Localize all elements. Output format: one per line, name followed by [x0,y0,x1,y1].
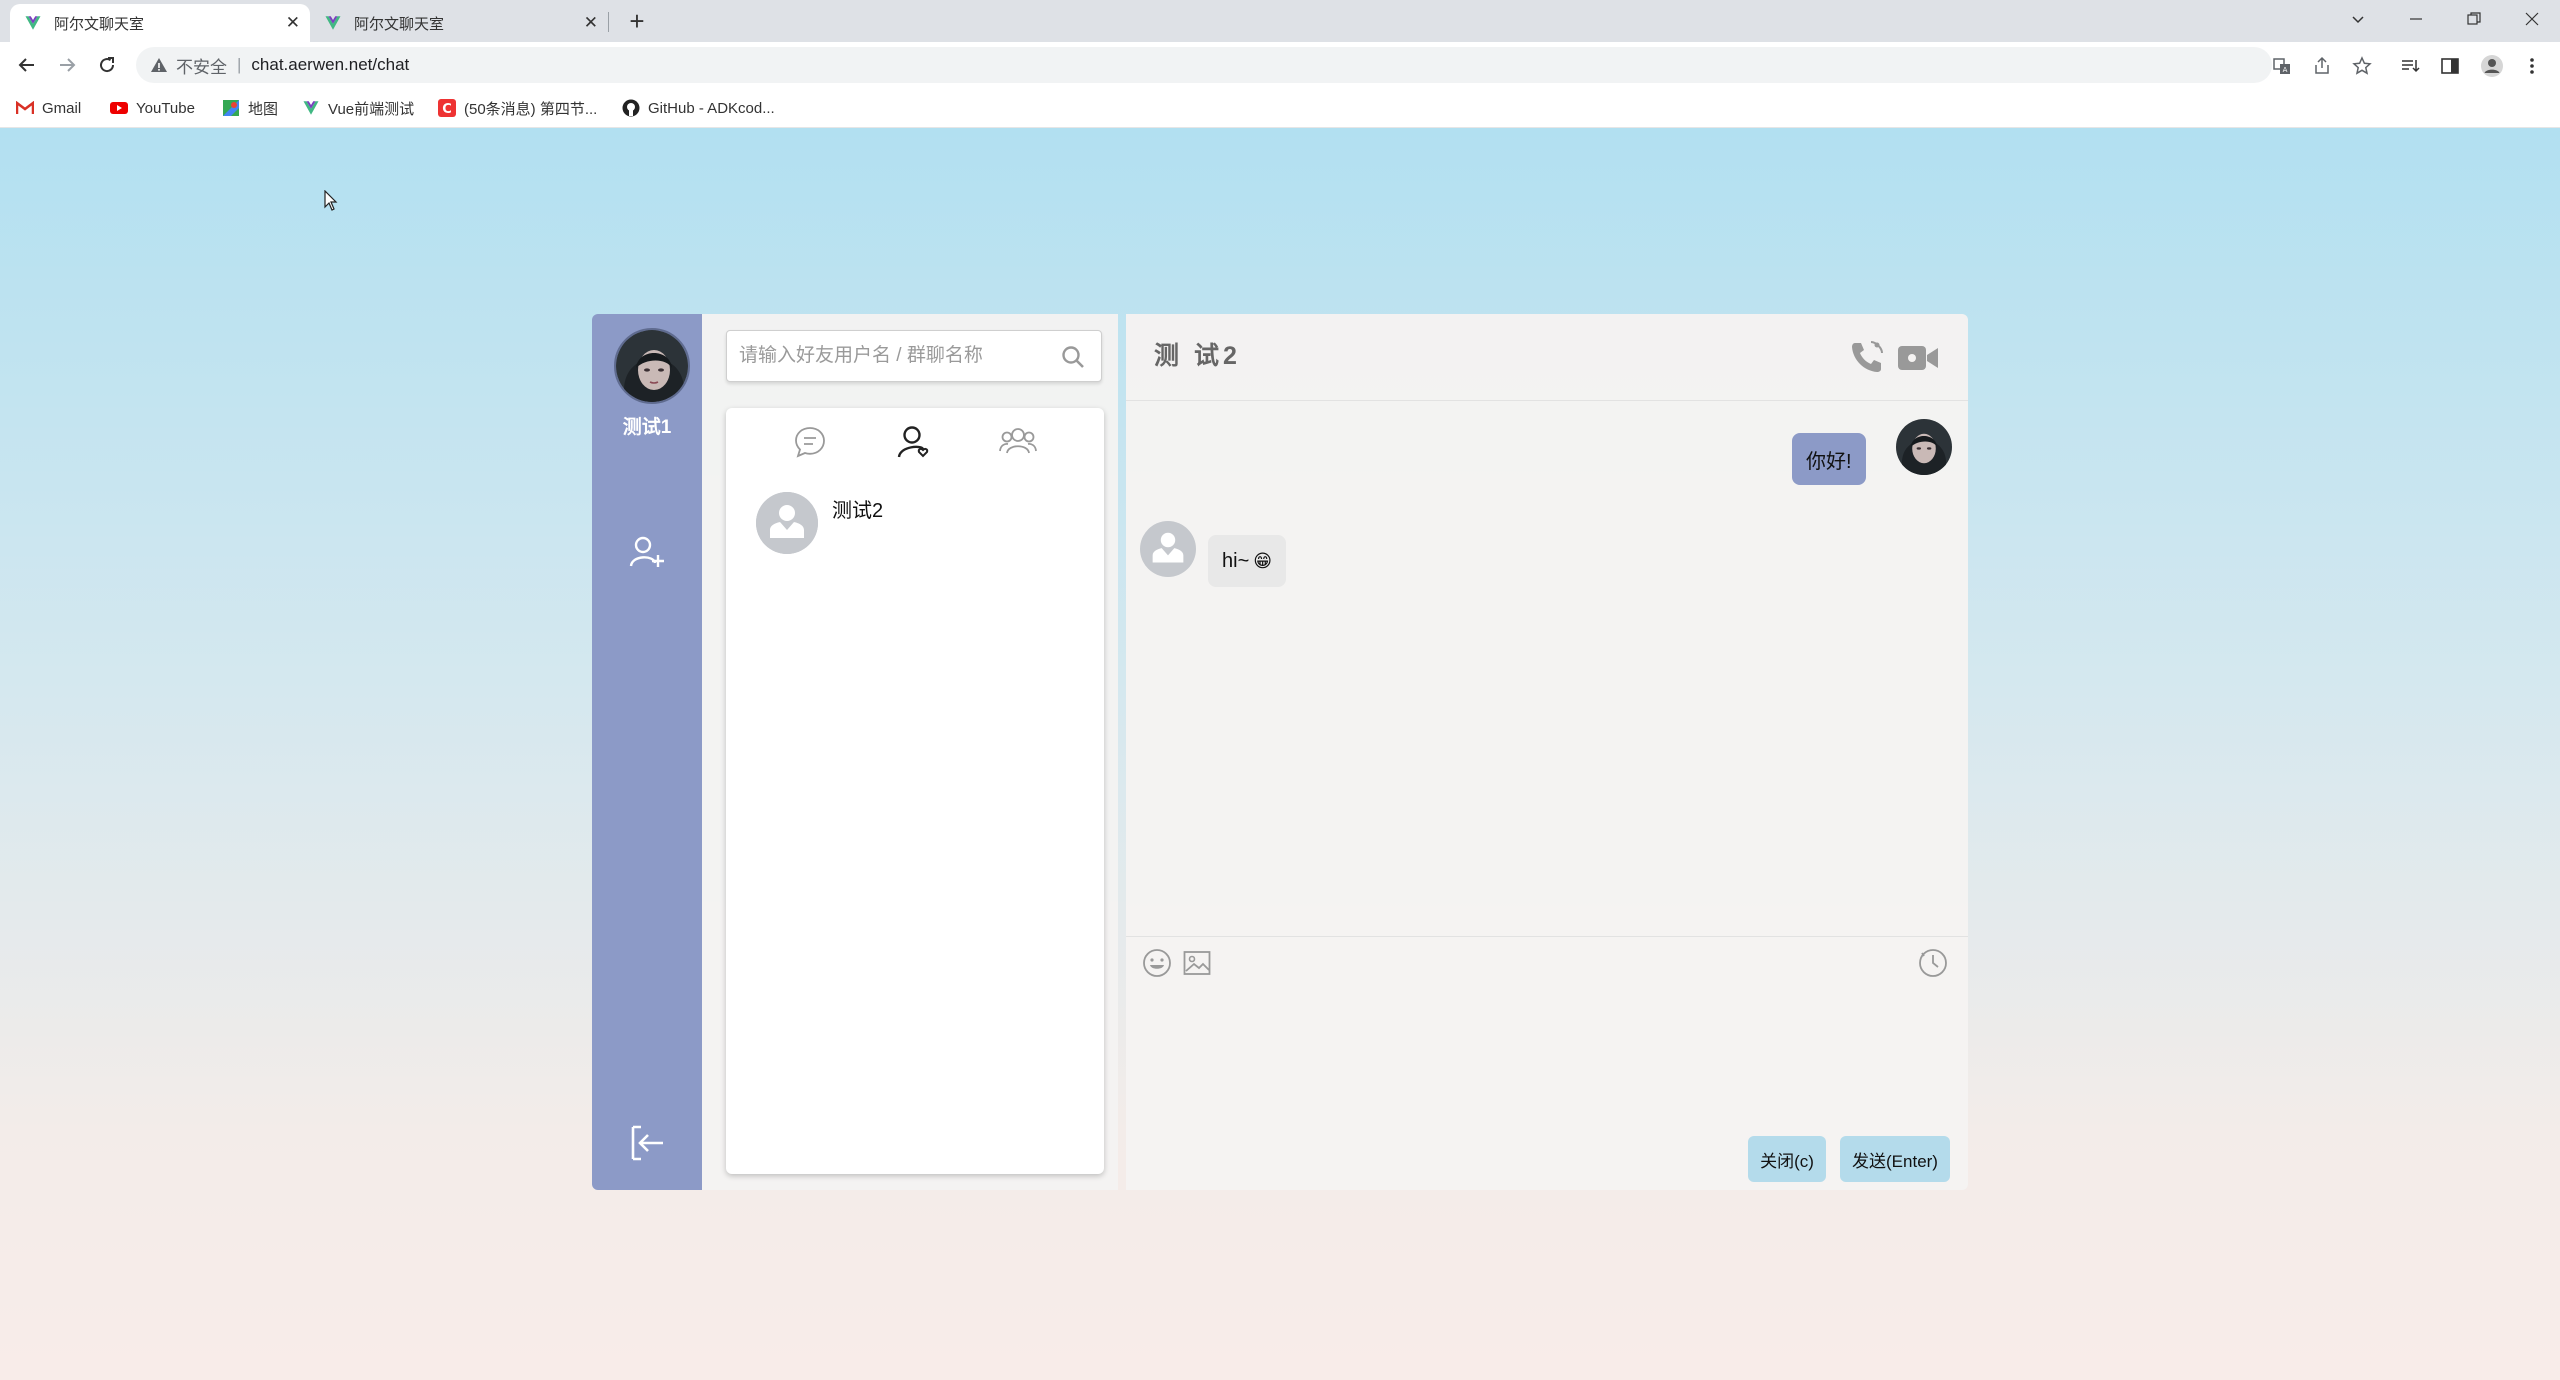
message-input[interactable] [1142,990,1952,1100]
image-icon[interactable] [1180,946,1214,980]
close-button[interactable]: 关闭(c) [1748,1136,1826,1182]
message-list: 你好! hi~ 😁 [1126,401,1968,936]
github-icon [622,99,640,117]
tab-title: 阿尔文聊天室 [354,15,445,33]
left-rail: 测试1 [592,314,702,1190]
tab-separator [608,12,609,32]
my-username: 测试1 [622,417,672,438]
mouse-cursor-icon [324,190,338,211]
add-friend-icon[interactable] [627,532,667,572]
svg-text:C: C [442,102,452,117]
side-panel-icon[interactable] [2438,54,2462,78]
my-message-avatar[interactable] [1896,419,1952,475]
reading-list-icon[interactable] [2398,54,2422,78]
browser-tab[interactable]: 阿尔文聊天室 ✕ [310,4,608,42]
security-label[interactable]: 不安全 [176,53,227,78]
chat-bubble-icon[interactable] [790,422,830,462]
their-message-avatar[interactable] [1140,521,1196,577]
bookmark-label: GitHub - ADKcod... [648,99,775,117]
youtube-icon [110,99,128,117]
browser-tab-active[interactable]: 阿尔文聊天室 ✕ [10,4,310,42]
svg-text:A: A [2283,66,2288,74]
restore-icon[interactable] [2446,0,2502,38]
contacts-panel: 测试2 [702,314,1118,1190]
back-icon[interactable] [12,50,42,80]
maps-icon [222,99,240,117]
message-text: 你好! [1806,450,1852,473]
bookmark-youtube[interactable]: YouTube [110,98,195,118]
bookmark-github[interactable]: GitHub - ADKcod... [622,98,775,118]
chat-area: 测 试2 你好! hi~ 😁 关闭(c) 发送(Enter) [1126,314,1968,1190]
bookmark-vue[interactable]: Vue前端测试 [302,98,414,118]
contact-list-card: 测试2 [726,408,1104,1174]
forward-icon[interactable] [52,50,82,80]
minimize-icon[interactable] [2388,0,2444,38]
reload-icon[interactable] [92,50,122,80]
warning-icon [151,58,167,72]
search-input[interactable] [739,341,1039,371]
bookmark-csdn[interactable]: C (50条消息) 第四节... [438,98,597,118]
their-message-bubble: hi~ 😁 [1208,535,1287,587]
contact-name: 测试2 [832,500,884,522]
gmail-icon [16,99,34,117]
csdn-icon: C [438,99,456,117]
search-icon[interactable] [1061,345,1085,369]
my-message-bubble: 你好! [1792,433,1866,485]
vue-icon [302,99,320,117]
my-avatar[interactable] [614,328,690,404]
bookmark-maps[interactable]: 地图 [222,98,278,118]
close-window-icon[interactable] [2504,0,2560,38]
page-background: 测试1 请输入好友用户名 / 群聊名称 测试2 测 试2 你好! hi~ 😁 关… [0,128,2560,1380]
share-icon[interactable] [2310,54,2334,78]
tab-title: 阿尔文聊天室 [54,15,145,33]
bookmark-gmail[interactable]: Gmail [16,98,81,118]
profile-icon[interactable] [2480,54,2504,78]
tab-search-icon[interactable] [2330,0,2386,38]
close-tab-icon[interactable]: ✕ [286,13,300,33]
url-text[interactable]: chat.aerwen.net/chat [251,55,409,75]
bookmark-label: YouTube [136,99,195,117]
emoji-icon[interactable] [1140,946,1174,980]
search-box [726,330,1102,382]
voice-call-icon[interactable] [1848,338,1886,376]
input-divider [1126,936,1968,937]
browser-toolbar: 不安全 | chat.aerwen.net/chat A [0,42,2560,88]
chat-title: 测 试2 [1154,342,1241,370]
chat-app-window: 测试1 请输入好友用户名 / 群聊名称 测试2 测 试2 你好! hi~ 😁 关… [592,314,1968,1190]
browser-tab-bar: 阿尔文聊天室 ✕ 阿尔文聊天室 ✕ + [0,0,2560,42]
address-bar[interactable]: 不安全 | chat.aerwen.net/chat [136,47,2272,83]
bookmark-star-icon[interactable] [2350,54,2374,78]
vue-logo-icon [325,16,341,30]
friend-icon[interactable] [894,422,934,462]
history-icon[interactable] [1916,946,1950,980]
contact-item[interactable]: 测试2 [746,488,1086,558]
address-divider: | [237,55,242,74]
default-avatar-icon [756,492,818,554]
message-text: hi~ [1222,549,1250,572]
logout-icon[interactable] [626,1122,668,1164]
bookmark-label: 地图 [248,100,279,118]
translate-icon[interactable]: A [2270,54,2294,78]
group-icon[interactable] [998,422,1038,462]
video-call-icon[interactable] [1896,340,1940,376]
vue-logo-icon [25,16,41,30]
grin-emoji: 😁 [1253,550,1273,571]
menu-icon[interactable] [2520,54,2544,78]
new-tab-icon[interactable]: + [622,6,652,36]
bookmarks-bar: Gmail YouTube 地图 Vue前端测试 C (50条消息) 第四节..… [0,88,2560,128]
close-tab-icon[interactable]: ✕ [584,13,598,33]
bookmark-label: Gmail [42,99,82,117]
bookmark-label: (50条消息) 第四节... [464,100,598,118]
bookmark-label: Vue前端测试 [328,100,415,118]
send-button[interactable]: 发送(Enter) [1840,1136,1950,1182]
